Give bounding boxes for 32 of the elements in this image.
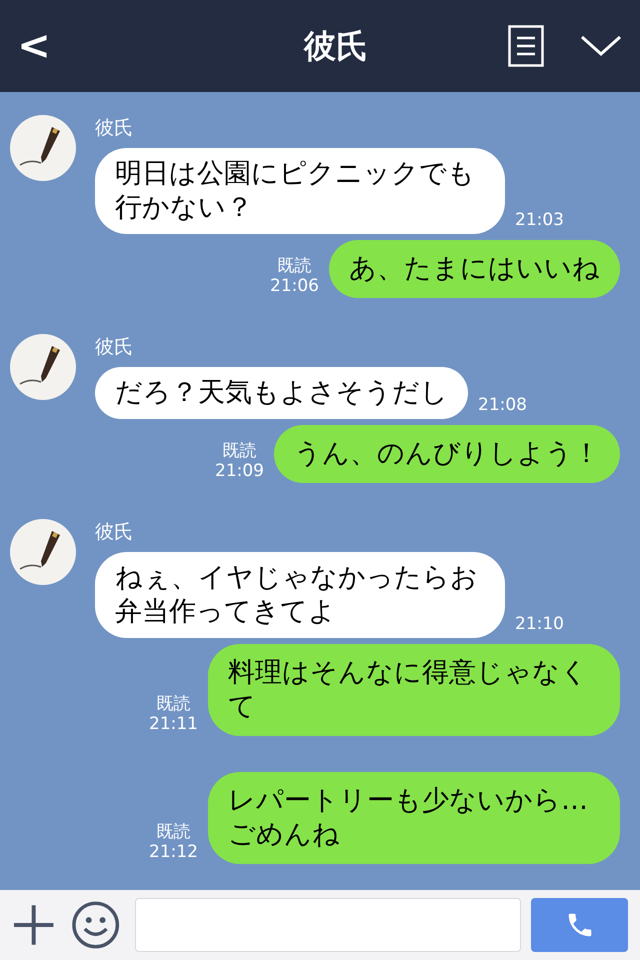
read-receipt: 既読 bbox=[156, 822, 190, 842]
message-time: 21:03 bbox=[515, 210, 564, 230]
plus-icon[interactable] bbox=[12, 903, 56, 947]
chevron-down-icon[interactable] bbox=[580, 35, 622, 57]
outgoing-bubble: うん、のんびりしよう！ bbox=[274, 425, 620, 483]
message-input[interactable] bbox=[134, 898, 522, 952]
menu-icon[interactable] bbox=[508, 25, 544, 67]
outgoing-bubble: あ、たまにはいいね bbox=[329, 240, 620, 298]
message-time: 21:12 bbox=[149, 842, 198, 862]
message-time: 21:08 bbox=[478, 395, 527, 415]
message-time: 21:11 bbox=[149, 714, 198, 734]
smiley-icon[interactable] bbox=[71, 900, 121, 950]
message-time: 21:10 bbox=[515, 614, 564, 634]
incoming-bubble: だろ？天気もよさそうだし bbox=[95, 367, 468, 419]
sender-name: 彼氏 bbox=[95, 520, 134, 544]
call-button[interactable] bbox=[531, 898, 628, 952]
message-time: 21:06 bbox=[270, 276, 319, 296]
pen-avatar-icon bbox=[10, 115, 76, 181]
sender-name: 彼氏 bbox=[95, 335, 134, 359]
pen-avatar-icon bbox=[10, 519, 76, 585]
outgoing-bubble: レパートリーも少ないから…ごめんね bbox=[208, 772, 620, 864]
read-receipt: 既読 bbox=[278, 256, 312, 276]
read-receipt: 既読 bbox=[222, 441, 256, 461]
chat-title: 彼氏 bbox=[304, 26, 368, 67]
outgoing-bubble: 料理はそんなに得意じゃなくて bbox=[208, 644, 620, 736]
message-time: 21:09 bbox=[215, 461, 264, 481]
sender-name: 彼氏 bbox=[95, 116, 134, 140]
back-button[interactable]: < bbox=[14, 16, 54, 76]
read-receipt: 既読 bbox=[156, 694, 190, 714]
incoming-bubble: 明日は公園にピクニックでも行かない？ bbox=[95, 148, 505, 234]
incoming-bubble: ねぇ、イヤじゃなかったらお弁当作ってきてよ bbox=[95, 552, 505, 638]
pen-avatar-icon bbox=[10, 334, 76, 400]
